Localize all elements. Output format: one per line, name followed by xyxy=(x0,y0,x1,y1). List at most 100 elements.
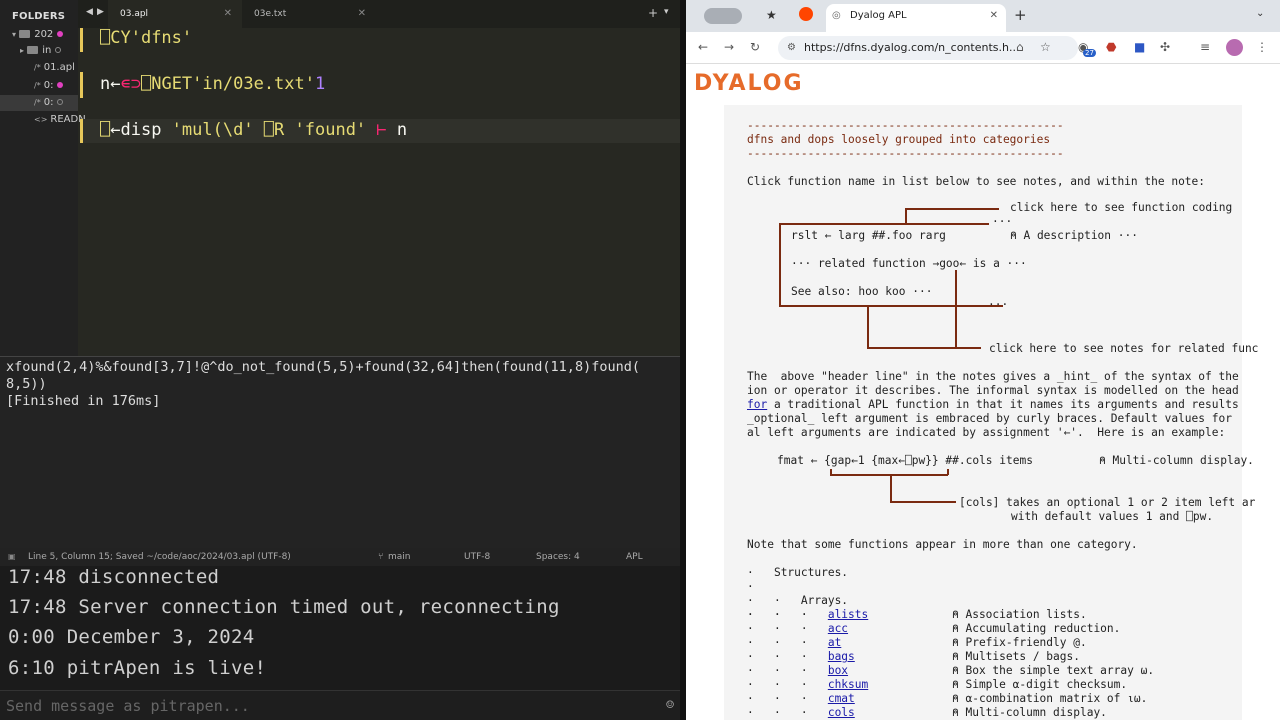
reload-icon[interactable]: ↻ xyxy=(750,40,760,54)
paragraph-line: _optional_ left argument is embraced by … xyxy=(747,412,1232,425)
function-link[interactable]: chksum xyxy=(828,678,868,691)
pinned-tab-star-icon[interactable]: ★ xyxy=(766,8,777,22)
diagram-line xyxy=(905,208,907,224)
diagram-label-related: click here to see notes for related func xyxy=(989,342,1259,355)
function-list-item: · · · box ⍝ Box the simple text array ⍵. xyxy=(747,664,1154,677)
globe-icon: ◎ xyxy=(832,10,841,21)
new-tab-icon[interactable]: + xyxy=(648,6,658,20)
chat-input[interactable] xyxy=(6,696,646,716)
code-number: 1 xyxy=(315,74,326,94)
tree-folder-2024[interactable]: ▾ 202 xyxy=(0,27,78,43)
change-marker xyxy=(80,72,83,98)
close-icon[interactable]: ✕ xyxy=(224,0,232,28)
tree-dots: · · · xyxy=(747,692,828,705)
rule-line: ----------------------------------------… xyxy=(747,147,1064,160)
tree-file-01[interactable]: /* 01.apl xyxy=(0,60,78,76)
diagram-see-also: See also: hoo koo ··· xyxy=(791,285,933,298)
tree-file-readme[interactable]: <> READN xyxy=(0,112,86,128)
status-indent[interactable]: Spaces: 4 xyxy=(536,548,580,566)
extension-icon[interactable]: ■ xyxy=(1134,40,1145,54)
chevron-down-icon[interactable]: ▾ xyxy=(664,7,669,17)
extensions-puzzle-icon[interactable]: ✣ xyxy=(1160,40,1170,54)
close-icon[interactable]: ✕ xyxy=(990,4,998,28)
install-icon[interactable]: ⌂ xyxy=(1016,40,1024,54)
diagram-line xyxy=(779,223,781,305)
tree-dots: · · · xyxy=(747,650,828,663)
chat-message: 17:48 Server connection timed out, recon… xyxy=(8,596,560,618)
reading-list-icon[interactable]: ≡ xyxy=(1200,40,1210,54)
code-token: ←disp xyxy=(110,120,172,140)
tab-back-icon[interactable]: ◀ xyxy=(86,7,93,17)
diagram-related: ··· related function →goo← is a ··· xyxy=(791,257,1027,270)
function-link[interactable]: box xyxy=(828,664,848,677)
chevron-right-icon[interactable]: ▸ xyxy=(20,46,24,55)
emoji-icon[interactable]: ☺ xyxy=(666,698,674,713)
tree-folder-in[interactable]: ▸ in xyxy=(0,43,78,59)
tree-file-02[interactable]: /* 0: xyxy=(0,78,78,94)
browser-tab-dyalog[interactable]: ◎ Dyalog APL ✕ xyxy=(826,4,1006,32)
category-label: Structures. xyxy=(773,566,849,579)
build-output-panel[interactable]: xfound(2,4)%&found[3,7]!@^do_not_found(5… xyxy=(0,356,680,548)
function-link[interactable]: alists xyxy=(828,608,868,621)
browser-tab-title: Dyalog APL xyxy=(850,10,907,21)
code-token: ⊃ xyxy=(130,74,141,94)
paragraph-line: al left arguments are indicated by assig… xyxy=(747,426,1226,439)
tree-label: in xyxy=(42,45,52,56)
link-for[interactable]: for xyxy=(747,398,767,411)
dyalog-logo[interactable]: DYALOG xyxy=(694,71,804,96)
change-marker xyxy=(80,119,83,143)
tab-forward-icon[interactable]: ▶ xyxy=(97,7,104,17)
output-line: [Finished in 176ms] xyxy=(6,393,161,409)
function-link[interactable]: cols xyxy=(828,706,855,719)
menu-icon[interactable]: ⋮ xyxy=(1256,40,1268,54)
new-tab-icon[interactable]: + xyxy=(1014,6,1027,24)
function-list-item: · · · chksum ⍝ Simple ⍺-digit checksum. xyxy=(747,678,1127,691)
function-description: ⍝ Association lists. xyxy=(952,608,1087,621)
bookmark-star-icon[interactable]: ☆ xyxy=(1040,40,1051,54)
paragraph-text: a traditional APL function in that it na… xyxy=(767,398,1239,411)
function-link[interactable]: bags xyxy=(828,650,855,663)
tree-dots: · · · xyxy=(747,678,828,691)
code-token: n xyxy=(396,120,408,140)
function-link[interactable]: acc xyxy=(828,622,848,635)
forward-icon[interactable]: → xyxy=(724,40,734,54)
tab-03e-txt[interactable]: 03e.txt ✕ xyxy=(242,0,376,28)
chevron-down-icon[interactable]: ▾ xyxy=(12,30,16,39)
close-icon[interactable]: ✕ xyxy=(358,0,366,28)
function-description: ⍝ Box the simple text array ⍵. xyxy=(952,664,1155,677)
output-line: 8,5)) xyxy=(6,376,47,392)
panel-toggle-icon[interactable]: ▣ xyxy=(8,548,16,566)
code-token: ∊ xyxy=(120,74,131,94)
pinned-tab-reddit-icon[interactable] xyxy=(799,7,813,21)
tab-group-pill[interactable] xyxy=(704,8,742,24)
function-description: ⍝ Accumulating reduction. xyxy=(952,622,1121,635)
chevron-down-icon[interactable]: ⌄ xyxy=(1256,8,1264,19)
tab-03-apl[interactable]: 03.apl ✕ xyxy=(108,0,242,28)
category-arrays: · · Arrays. xyxy=(747,594,849,607)
function-link[interactable]: at xyxy=(828,636,841,649)
status-branch[interactable]: main xyxy=(388,548,411,566)
folder-icon xyxy=(27,46,39,54)
status-encoding[interactable]: UTF-8 xyxy=(464,548,490,566)
example-note: with default values 1 and ⎕pw. xyxy=(1011,510,1214,523)
diagram-line xyxy=(830,474,948,476)
avatar[interactable] xyxy=(1226,39,1243,56)
tree-dots: · · · xyxy=(747,706,828,719)
diagram-description: ⍝ A description ··· xyxy=(1010,229,1138,242)
site-info-icon[interactable]: ⚙ xyxy=(787,36,796,60)
category-structures: · Structures. xyxy=(747,566,849,579)
function-list-item: · · · cols ⍝ Multi-column display. xyxy=(747,706,1107,719)
diagram-label-coding: click here to see function coding xyxy=(1010,201,1233,214)
diagram-dots: ··· xyxy=(988,298,1009,311)
function-description: ⍝ Multi-column display. xyxy=(952,706,1107,719)
editor-window: FOLDERS ▾ 202 ▸ in /* 01.apl /* 0: /* 0: <>… xyxy=(0,0,680,548)
back-icon[interactable]: ← xyxy=(698,40,708,54)
ublock-icon[interactable]: ⬣ xyxy=(1106,40,1116,54)
status-syntax[interactable]: APL xyxy=(626,548,643,566)
address-bar[interactable]: ⚙ https://dfns.dyalog.com/n_contents.h..… xyxy=(778,36,1078,60)
function-description: ⍝ ⍺-combination matrix of ⍳⍵. xyxy=(952,692,1148,705)
tab-label: 03.apl xyxy=(120,9,149,19)
tree-file-03[interactable]: /* 0: xyxy=(0,95,78,111)
code-file-icon: <> xyxy=(34,115,48,124)
function-link[interactable]: cmat xyxy=(828,692,855,705)
